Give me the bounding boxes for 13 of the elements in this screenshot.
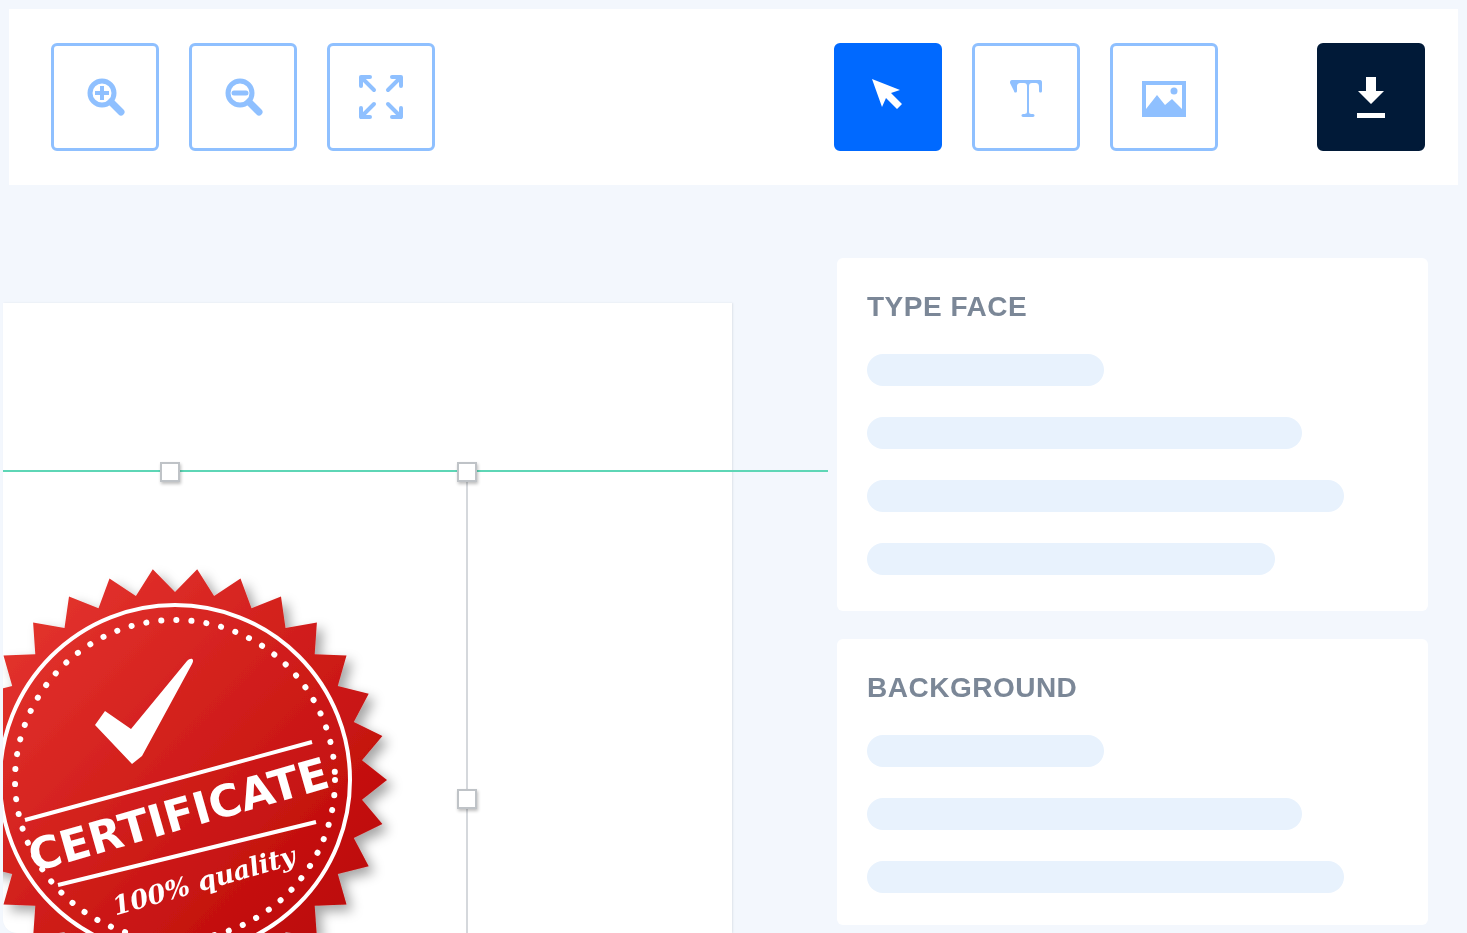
download-button[interactable] — [1317, 43, 1425, 151]
select-button[interactable] — [834, 43, 942, 151]
text-button[interactable] — [972, 43, 1080, 151]
resize-handle[interactable] — [160, 462, 180, 482]
zoom-in-button[interactable] — [51, 43, 159, 151]
panel-title: TYPE FACE — [867, 290, 1029, 324]
resize-handle[interactable] — [457, 462, 477, 482]
image-button[interactable] — [1110, 43, 1218, 151]
expand-arrows-icon — [357, 73, 405, 121]
zoom-out-button[interactable] — [189, 43, 297, 151]
resize-handle[interactable] — [457, 789, 477, 809]
panel-title: BACKGROUND — [867, 671, 1079, 705]
fit-button[interactable] — [327, 43, 435, 151]
